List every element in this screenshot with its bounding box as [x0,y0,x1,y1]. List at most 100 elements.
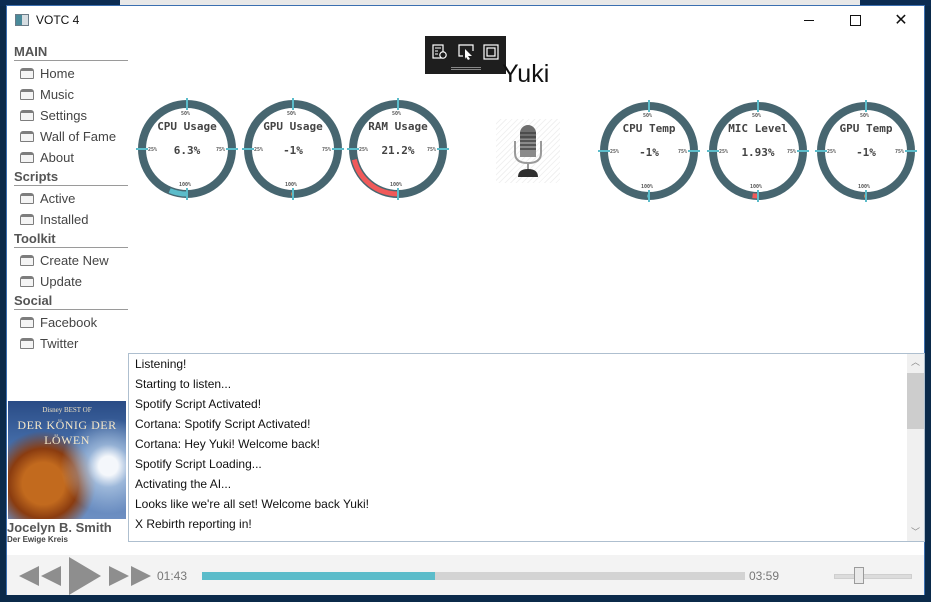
app-icon [15,14,29,26]
log-entry: Cortana: Hey Yuki! Welcome back! [135,437,320,451]
folder-tab-icon [20,193,34,204]
close-icon: ✕ [894,12,908,29]
scroll-down-icon[interactable]: ﹀ [907,524,924,541]
log-entry: Listening! [135,357,187,371]
sidebar-item-home[interactable]: Home [20,63,129,84]
gauge-title: GPU Temp [839,122,893,135]
scroll-up-icon[interactable]: ︿ [907,354,924,371]
window-title: VOTC 4 [36,13,80,27]
settings-panel-icon[interactable] [432,44,448,60]
elapsed-time: 01:43 [157,569,188,583]
rewind-button[interactable] [19,564,61,588]
gauge-value: 6.3% [173,144,201,157]
close-button[interactable]: ✕ [878,6,924,34]
total-duration: 03:59 [749,569,780,583]
gauge-value: 21.2% [381,144,415,157]
sidebar-item-installed[interactable]: Installed [20,209,129,230]
title-bar[interactable]: VOTC 4 ✕ [7,6,924,34]
track-name: Der Ewige Kreis [7,535,68,544]
sidebar-item-label: Twitter [40,336,79,351]
seek-bar[interactable] [202,572,745,580]
gauge-fill [351,158,399,197]
volume-slider[interactable] [834,567,912,584]
sidebar-item-label: About [40,150,74,165]
gauge-tick-label-top: 50% [392,111,402,117]
sidebar-item-label: Home [40,66,75,81]
fast-forward-button[interactable] [109,564,151,588]
sidebar-item-label: Active [40,191,76,206]
toolbar-drag-handle[interactable] [451,67,481,70]
folder-tab-icon [20,317,34,328]
gauge-tick-label-bottom: 100% [750,184,763,190]
app-window: VOTC 4 ✕ MAIN Home Music Settings Wall of Fa… [6,5,925,595]
play-button[interactable] [69,557,101,595]
log-entry: Looks like we're all set! Welcome back Y… [135,497,369,511]
folder-tab-icon [20,68,34,79]
scroll-thumb[interactable] [907,373,924,429]
log-entry: Activating the AI... [135,477,232,491]
gauge-value: -1% [856,146,876,159]
gauge-title: CPU Usage [157,120,217,133]
window-frame-icon[interactable] [483,44,499,60]
microphone-icon [514,125,542,177]
volume-track [834,574,912,579]
sidebar-item-settings[interactable]: Settings [20,105,129,126]
gauge-tick-label-bottom: 100% [858,184,871,190]
gauge-tick-label-bottom: 100% [285,182,298,188]
folder-tab-icon [20,338,34,349]
gauge-title: CPU Temp [622,122,676,135]
maximize-button[interactable] [832,6,878,34]
gauge-tick-label-bottom: 100% [641,184,654,190]
sidebar-item-twitter[interactable]: Twitter [20,333,129,354]
log-entry: Cortana: Spotify Script Activated! [135,417,311,431]
sidebar-item-about[interactable]: About [20,147,129,168]
maximize-icon [849,14,861,26]
user-name: Yuki [502,60,550,88]
sidebar-section-main: MAIN [14,44,128,61]
gauge-value: 1.93% [741,146,775,159]
minimize-button[interactable] [786,6,832,34]
sidebar-item-label: Wall of Fame [40,129,117,144]
log-scrollbar[interactable]: ︿ ﹀ [907,354,924,541]
folder-tab-icon [20,131,34,142]
folder-tab-icon [20,89,34,100]
gauge-value: -1% [639,146,659,159]
gauge-cpu-usage: 50% 25% 75% 100% CPU Usage 6.3% [136,98,238,200]
gauge-gpu-usage: 50% 25% 75% 100% GPU Usage -1% [242,98,344,200]
gauge-title: MIC Level [728,122,788,135]
album-art-title: DER KÖNIG DER LÖWEN [17,418,117,447]
gauge-tick-label-bottom: 100% [390,182,403,188]
log-entry: Spotify Script Loading... [135,457,262,471]
folder-tab-icon [20,214,34,225]
sidebar-item-label: Music [40,87,74,102]
folder-tab-icon [20,255,34,266]
log-entry: Spotify Script Activated! [135,397,262,411]
sidebar-item-update[interactable]: Update [20,271,129,292]
gauge-title: GPU Usage [263,120,323,133]
log-entry: Starting to listen... [135,377,232,391]
sidebar-item-create-new[interactable]: Create New [20,250,129,271]
folder-tab-icon [20,152,34,163]
sidebar-item-active[interactable]: Active [20,188,129,209]
gauge-ram-usage: 50% 25% 75% 100% RAM Usage 21.2% [347,98,449,200]
gauge-tick-label-top: 50% [860,113,870,119]
sidebar-section-scripts: Scripts [14,169,128,186]
log-list[interactable]: Listening! Starting to listen... Spotify S… [128,353,925,542]
volume-thumb[interactable] [853,567,864,584]
select-pointer-icon[interactable] [458,44,474,60]
seek-bar-fill [202,572,436,580]
album-art-subtitle: Disney BEST OF [42,406,92,414]
microphone-button[interactable] [496,119,560,183]
sidebar-item-label: Facebook [40,315,98,330]
folder-tab-icon [20,110,34,121]
sidebar-item-wall-of-fame[interactable]: Wall of Fame [20,126,129,147]
gauge-title: RAM Usage [368,120,428,133]
gauge-value: -1% [283,144,303,157]
sidebar-item-facebook[interactable]: Facebook [20,312,129,333]
sidebar-item-music[interactable]: Music [20,84,129,105]
sidebar-item-label: Installed [40,212,89,227]
album-art: Disney BEST OF DER KÖNIG DER LÖWEN [8,401,126,519]
sidebar-section-toolkit: Toolkit [14,231,128,248]
sidebar-section-social: Social [14,293,128,310]
log-entry: X Rebirth reporting in! [135,517,252,531]
